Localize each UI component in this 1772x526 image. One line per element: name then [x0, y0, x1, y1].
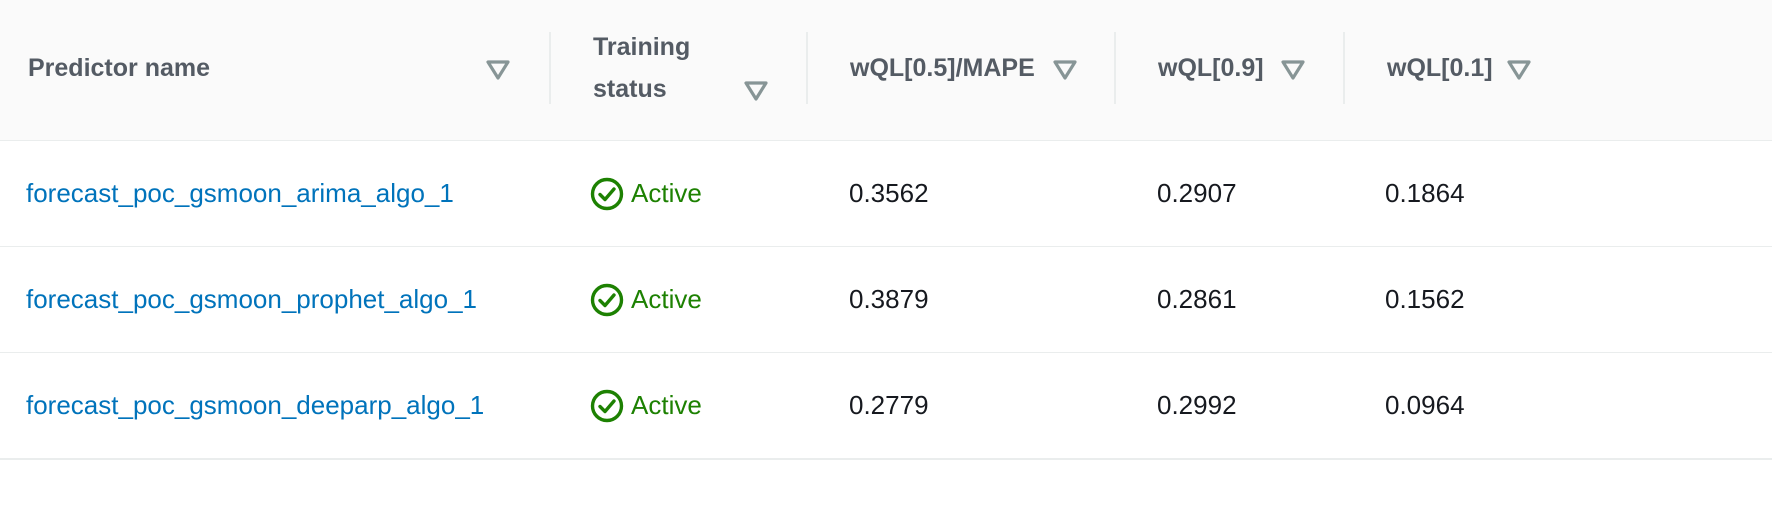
predictor-name-link[interactable]: forecast_poc_gsmoon_deeparp_algo_1 — [26, 390, 484, 420]
status-success-check-icon — [590, 389, 624, 422]
sort-triangle-icon[interactable] — [1280, 58, 1306, 82]
sort-triangle-icon[interactable] — [485, 58, 511, 82]
column-label-line2: status — [593, 75, 667, 103]
predictor-name-link[interactable]: forecast_poc_gsmoon_arima_algo_1 — [26, 178, 454, 208]
predictors-table: Predictor name Training status wQL[0.5]/… — [0, 0, 1772, 526]
sort-triangle-icon[interactable] — [1052, 58, 1078, 82]
column-header-wql-09[interactable]: wQL[0.9] — [1116, 0, 1343, 140]
column-header-training-status[interactable]: Training status — [551, 0, 807, 140]
column-label: wQL[0.5]/MAPE — [850, 54, 1035, 82]
table-header: Predictor name Training status wQL[0.5]/… — [0, 0, 1772, 141]
wql-09-value: 0.2907 — [1157, 178, 1237, 208]
column-label: Predictor name — [28, 54, 211, 82]
wql-09-value: 0.2861 — [1157, 284, 1237, 314]
column-label-line1: Training — [593, 33, 691, 61]
wql-01-value: 0.0964 — [1385, 390, 1465, 420]
wql-05-value: 0.3562 — [849, 178, 929, 208]
status-label: Active — [631, 178, 702, 208]
column-header-predictor-name[interactable]: Predictor name — [0, 0, 550, 140]
predictor-name-cell: forecast_poc_gsmoon_prophet_algo_1 — [26, 247, 477, 352]
predictor-name-link[interactable]: forecast_poc_gsmoon_prophet_algo_1 — [26, 284, 477, 314]
status-success-check-icon — [590, 283, 624, 316]
predictor-name-cell: forecast_poc_gsmoon_arima_algo_1 — [26, 141, 454, 246]
column-header-wql-05-mape[interactable]: wQL[0.5]/MAPE — [808, 0, 1114, 140]
sort-triangle-icon[interactable] — [743, 79, 769, 103]
training-status-cell: Active — [590, 141, 702, 246]
table-row: forecast_poc_gsmoon_deeparp_algo_1 Activ… — [0, 353, 1772, 460]
column-label: wQL[0.1] — [1387, 54, 1493, 82]
wql-09-value: 0.2992 — [1157, 390, 1237, 420]
wql-05-value: 0.2779 — [849, 390, 929, 420]
column-header-wql-01[interactable]: wQL[0.1] — [1345, 0, 1772, 140]
sort-triangle-icon[interactable] — [1506, 58, 1532, 82]
column-label: wQL[0.9] — [1158, 54, 1264, 82]
predictor-name-cell: forecast_poc_gsmoon_deeparp_algo_1 — [26, 353, 484, 458]
training-status-cell: Active — [590, 353, 702, 458]
table-row: forecast_poc_gsmoon_prophet_algo_1 Activ… — [0, 247, 1772, 354]
table-row: forecast_poc_gsmoon_arima_algo_1 Active … — [0, 141, 1772, 248]
status-label: Active — [631, 390, 702, 420]
status-label: Active — [631, 284, 702, 314]
status-success-check-icon — [590, 177, 624, 210]
wql-01-value: 0.1864 — [1385, 178, 1465, 208]
training-status-cell: Active — [590, 247, 702, 352]
wql-01-value: 0.1562 — [1385, 284, 1465, 314]
wql-05-value: 0.3879 — [849, 284, 929, 314]
